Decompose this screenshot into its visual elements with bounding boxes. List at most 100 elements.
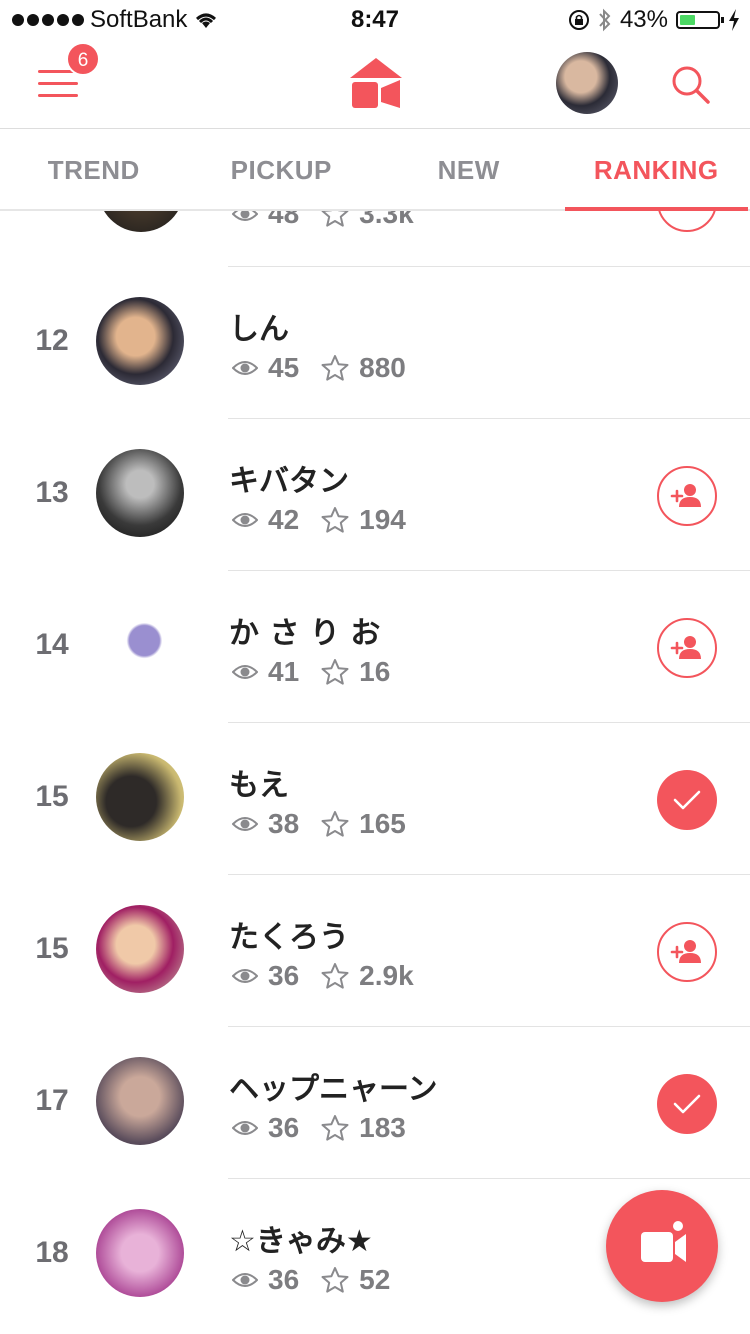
star-icon <box>321 210 349 227</box>
star-count: 880 <box>359 352 406 383</box>
profile-avatar[interactable] <box>556 52 618 114</box>
star-count: 165 <box>359 808 406 839</box>
row-divider <box>228 266 750 267</box>
star-count: 52 <box>359 1264 391 1295</box>
row-divider <box>228 418 750 419</box>
rank-number: 13 <box>35 476 69 509</box>
add-user-icon <box>670 940 701 963</box>
list-item[interactable]: 13 キバタン 42 194 <box>0 418 750 570</box>
eye-icon <box>232 210 258 221</box>
add-user-icon <box>670 636 701 659</box>
search-icon[interactable] <box>668 62 712 106</box>
following-button[interactable] <box>657 1074 717 1134</box>
rank-number: 14 <box>35 628 69 661</box>
app-header: 6 <box>0 40 750 129</box>
star-count: 16 <box>359 656 391 687</box>
star-count: 194 <box>359 504 406 535</box>
menu-icon-bar <box>38 82 78 85</box>
item-stats: 42 194 <box>232 504 406 536</box>
star-icon <box>321 355 349 381</box>
avatar[interactable] <box>96 753 184 841</box>
avatar[interactable] <box>96 601 184 689</box>
rank-number: 12 <box>35 324 69 357</box>
follow-button[interactable] <box>657 466 717 526</box>
list-item[interactable]: 15 もえ 38 165 <box>0 722 750 874</box>
star-icon <box>321 963 349 989</box>
star-icon <box>321 1115 349 1141</box>
rank-number: 18 <box>35 1236 69 1269</box>
tab-trend[interactable]: TREND <box>0 129 188 209</box>
list-item[interactable]: 17 ヘップニャーン 36 183 <box>0 1026 750 1178</box>
star-icon <box>321 1267 349 1293</box>
follow-button[interactable] <box>657 922 717 982</box>
follow-button[interactable] <box>657 618 717 678</box>
avatar <box>98 210 184 232</box>
row-divider <box>228 722 750 723</box>
ranking-list[interactable]: 48 3.3k 12 しん 45 880 13 キバタン 42 194 14 か… <box>0 210 750 1334</box>
item-stats: 48 3.3k <box>232 210 414 230</box>
user-name[interactable]: もえ <box>229 760 289 804</box>
user-name[interactable]: ☆きゃみ★ <box>229 1216 373 1260</box>
following-button[interactable] <box>657 770 717 830</box>
item-stats: 41 16 <box>232 656 390 688</box>
rank-number: 15 <box>35 780 69 813</box>
star-count: 2.9k <box>359 960 414 991</box>
row-divider <box>228 1178 750 1179</box>
add-user-icon <box>670 484 701 507</box>
battery-icon <box>676 11 724 29</box>
eye-icon <box>232 817 258 831</box>
tab-pickup[interactable]: PICKUP <box>188 129 376 209</box>
star-count: 3.3k <box>359 210 414 229</box>
eye-icon <box>232 1121 258 1135</box>
tab-ranking[interactable]: RANKING <box>563 129 750 211</box>
eye-icon <box>232 361 258 375</box>
row-divider <box>228 1026 750 1027</box>
item-stats: 36 52 <box>232 1264 390 1296</box>
list-item[interactable]: 12 しん 45 880 <box>0 266 750 418</box>
avatar[interactable] <box>96 449 184 537</box>
check-icon <box>673 790 701 810</box>
avatar[interactable] <box>96 297 184 385</box>
view-count: 36 <box>268 1264 300 1295</box>
video-camera-icon <box>641 1221 686 1262</box>
view-count: 36 <box>268 960 300 991</box>
view-count: 41 <box>268 656 300 687</box>
user-name[interactable]: キバタン <box>229 456 349 500</box>
item-stats: 36 183 <box>232 1112 406 1144</box>
rotation-lock-icon <box>568 10 589 30</box>
user-name[interactable]: たくろう <box>229 912 349 956</box>
check-icon <box>673 1094 701 1114</box>
eye-icon <box>232 1273 258 1287</box>
item-stats: 38 165 <box>232 808 406 840</box>
status-bar: SoftBank 8:47 43% <box>0 0 750 40</box>
menu-icon-bar <box>38 94 78 97</box>
view-count: 45 <box>268 352 300 383</box>
broadcast-button[interactable] <box>606 1190 718 1302</box>
list-item-partial[interactable]: 48 3.3k <box>0 210 750 266</box>
notification-badge: 6 <box>66 42 100 76</box>
tab-bar: TREND PICKUP NEW RANKING <box>0 129 750 211</box>
eye-icon <box>232 665 258 679</box>
avatar[interactable] <box>96 1209 184 1297</box>
star-icon <box>321 507 349 533</box>
user-name[interactable]: ヘップニャーン <box>229 1064 438 1108</box>
avatar[interactable] <box>96 905 184 993</box>
eye-icon <box>232 513 258 527</box>
view-count: 36 <box>268 1112 300 1143</box>
tab-new[interactable]: NEW <box>375 129 563 209</box>
avatar[interactable] <box>96 1057 184 1145</box>
view-count: 48 <box>268 210 300 229</box>
star-icon <box>321 659 349 685</box>
user-name[interactable]: しん <box>229 304 289 348</box>
row-divider <box>228 874 750 875</box>
user-name[interactable]: か さ り お <box>229 608 380 652</box>
battery-percent: 43% <box>619 6 668 33</box>
home-logo-icon[interactable] <box>348 54 404 110</box>
list-item[interactable]: 14 か さ り お 41 16 <box>0 570 750 722</box>
rank-number: 17 <box>35 1084 69 1117</box>
bluetooth-icon <box>599 8 611 32</box>
rank-number: 15 <box>35 932 69 965</box>
eye-icon <box>232 969 258 983</box>
follow-button[interactable] <box>657 210 717 232</box>
list-item[interactable]: 15 たくろう 36 2.9k <box>0 874 750 1026</box>
